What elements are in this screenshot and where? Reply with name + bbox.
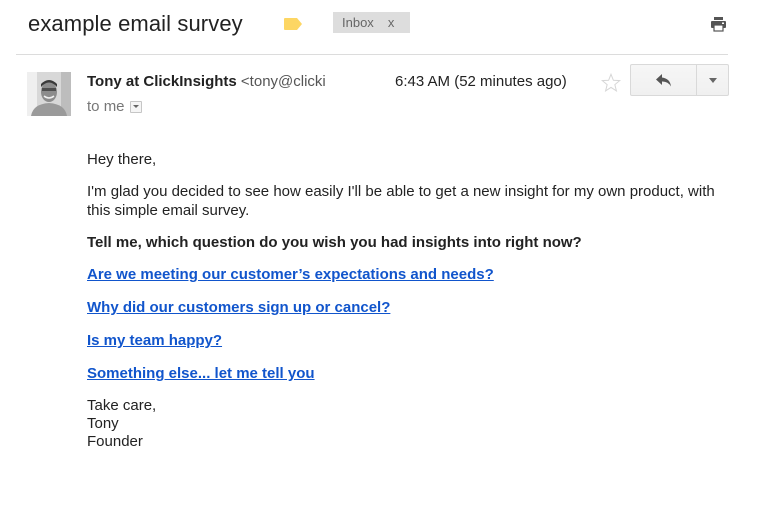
signoff-line: Take care, bbox=[87, 397, 157, 414]
greeting: Hey there, bbox=[87, 151, 157, 168]
reply-button[interactable] bbox=[631, 65, 697, 95]
intro-paragraph: I'm glad you decided to see how easily I… bbox=[87, 183, 715, 219]
show-details-button[interactable] bbox=[129, 100, 142, 113]
remove-label-button[interactable]: x bbox=[388, 15, 395, 30]
reply-button-group bbox=[630, 64, 729, 96]
email-subject: example email survey bbox=[28, 11, 243, 36]
survey-answer-link[interactable]: Something else... let me tell you bbox=[87, 364, 727, 383]
label-chip-inbox[interactable]: Inbox x bbox=[333, 12, 410, 33]
sender-avatar[interactable] bbox=[27, 72, 71, 116]
print-icon[interactable] bbox=[710, 16, 727, 33]
survey-answer-link[interactable]: Why did our customers sign up or cancel? bbox=[87, 298, 727, 317]
star-outline-icon[interactable] bbox=[600, 72, 622, 94]
recipient-name: me bbox=[103, 98, 125, 115]
recipient-line: to me bbox=[87, 98, 142, 115]
importance-marker-icon[interactable] bbox=[284, 18, 303, 30]
reply-icon bbox=[655, 73, 671, 86]
label-name[interactable]: Inbox bbox=[342, 15, 374, 30]
survey-answer-link[interactable]: Is my team happy? bbox=[87, 331, 727, 350]
survey-question: Tell me, which question do you wish you … bbox=[87, 234, 582, 251]
sender-name[interactable]: Tony at ClickInsights bbox=[87, 73, 237, 90]
signoff-name: Tony bbox=[87, 415, 119, 432]
header-divider bbox=[16, 54, 728, 55]
recipient-prefix: to bbox=[87, 98, 100, 115]
survey-answer-link[interactable]: Are we meeting our customer’s expectatio… bbox=[87, 265, 727, 284]
more-actions-button[interactable] bbox=[697, 65, 728, 95]
thread-header: example email survey bbox=[28, 8, 243, 40]
sender-email[interactable]: <tony@clicki bbox=[241, 73, 326, 90]
sender-line: Tony at ClickInsights <tony@clicki bbox=[87, 73, 407, 90]
email-body: Hey there, I'm glad you decided to see h… bbox=[87, 150, 727, 451]
chevron-down-icon bbox=[708, 77, 717, 83]
chevron-down-icon bbox=[132, 105, 139, 108]
signature: Take care, Tony Founder bbox=[87, 397, 727, 451]
signoff-title: Founder bbox=[87, 433, 143, 450]
message-timestamp: 6:43 AM (52 minutes ago) bbox=[395, 73, 567, 90]
